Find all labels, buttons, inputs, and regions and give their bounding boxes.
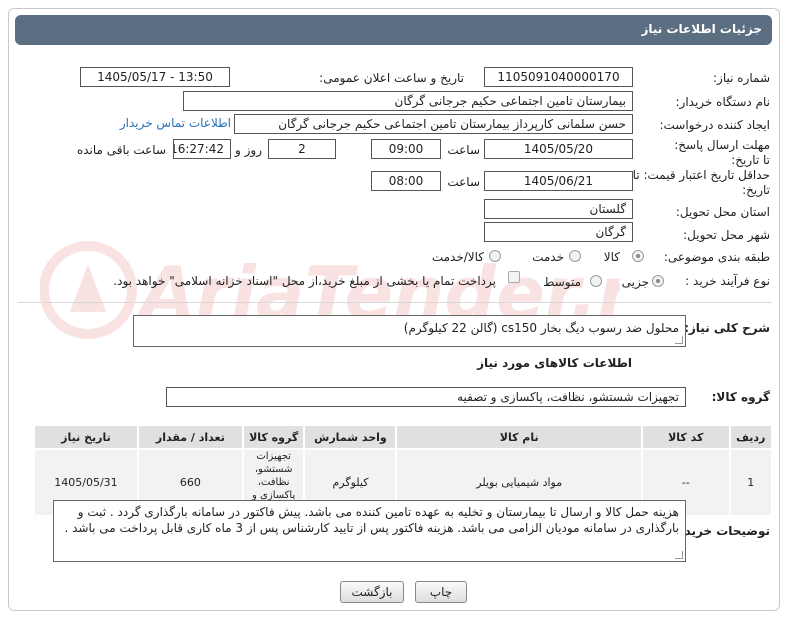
page-header: جزئیات اطلاعات نیاز [15,15,772,45]
process-option-partial: جزیی [621,275,649,289]
page-title: جزئیات اطلاعات نیاز [641,22,762,36]
city-field: گرگان [484,222,633,242]
summary-text: محلول ضد رسوب دیگ بخار cs150 (گالن 22 کی… [403,321,679,335]
cell-row: 1 [728,448,774,517]
category-option-goods-service: کالا/خدمت [431,250,484,264]
col-need-date: تاریخ نیاز [33,424,139,450]
resize-handle[interactable] [675,551,683,559]
deadline-label: مهلت ارسال پاسخ: تا تاریخ: [674,138,770,167]
days-label: روز و [235,143,262,157]
treasury-payment-note: پرداخت تمام یا بخشی از مبلغ خرید،از محل … [113,274,496,288]
creator-label: ایجاد کننده درخواست: [659,118,770,132]
buyer-contact-link[interactable]: اطلاعات تماس خریدار [120,116,231,130]
remaining-time-field: 16:27:42 [173,139,231,159]
notes-field: هزینه حمل کالا و ارسال تا بیمارستان و تخ… [53,500,686,562]
treasury-payment-checkbox[interactable] [508,271,520,283]
category-option-service: خدمت [532,250,564,264]
process-radio-partial[interactable] [652,275,664,287]
announce-label: تاریخ و ساعت اعلان عمومی: [319,71,464,85]
remaining-label: ساعت باقی مانده [76,143,166,157]
province-field: گلستان [484,199,633,219]
goods-group-field: تجهیزات شستشو، نظافت، پاکسازی و تصفیه [166,387,686,407]
col-unit: واحد شمارش [303,424,398,450]
category-radio-service[interactable] [569,250,581,262]
deadline-time-label: ساعت [447,143,480,157]
col-row: ردیف [728,424,774,450]
category-option-goods: کالا [603,250,620,264]
table-header-row: ردیف کد کالا نام کالا واحد شمارش گروه کا… [33,424,774,450]
need-number-field: 1105091040000170 [484,67,633,87]
goods-group-label: گروه کالا: [711,390,770,404]
announce-field: 1405/05/17 - 13:50 [80,67,230,87]
price-validity-label: حداقل تاریخ اعتبار قیمت: تا تاریخ: [632,168,770,197]
creator-field: حسن سلمانی کارپرداز بیمارستان تامین اجتم… [234,114,633,134]
section-divider [18,302,772,303]
process-radio-medium[interactable] [590,275,602,287]
process-label: نوع فرآیند خرید : [685,274,770,288]
notes-text: هزینه حمل کالا و ارسال تا بیمارستان و تخ… [64,505,679,535]
col-code: کد کالا [640,424,731,450]
days-field: 2 [268,139,336,159]
category-radio-goods[interactable] [632,250,644,262]
goods-info-title: اطلاعات کالاهای مورد نیاز [477,356,632,370]
category-label: طبقه بندی موضوعی: [663,250,770,264]
category-radio-goods-service[interactable] [489,250,501,262]
deadline-date-field: 1405/05/20 [484,139,633,159]
back-button[interactable]: بازگشت [340,581,404,603]
price-validity-time-label: ساعت [447,175,480,189]
need-number-label: شماره نیاز: [713,71,770,85]
col-name: نام کالا [395,424,643,450]
price-validity-date-field: 1405/06/21 [484,171,633,191]
province-label: استان محل تحویل: [675,205,770,219]
deadline-time-field: 09:00 [371,139,441,159]
summary-label: شرح کلی نیاز: [684,321,770,335]
city-label: شهر محل تحویل: [683,228,770,242]
process-option-medium: متوسط [543,275,581,289]
col-group: گروه کالا [241,424,306,450]
print-button[interactable]: چاپ [415,581,467,603]
buyer-org-label: نام دستگاه خریدار: [675,95,771,109]
col-quantity: تعداد / مقدار [136,424,244,450]
buyer-org-field: بیمارستان تامین اجتماعی حکیم جرجانی گرگا… [183,91,633,111]
resize-handle[interactable] [675,336,683,344]
price-validity-time-field: 08:00 [371,171,441,191]
summary-field: محلول ضد رسوب دیگ بخار cs150 (گالن 22 کی… [133,315,686,347]
